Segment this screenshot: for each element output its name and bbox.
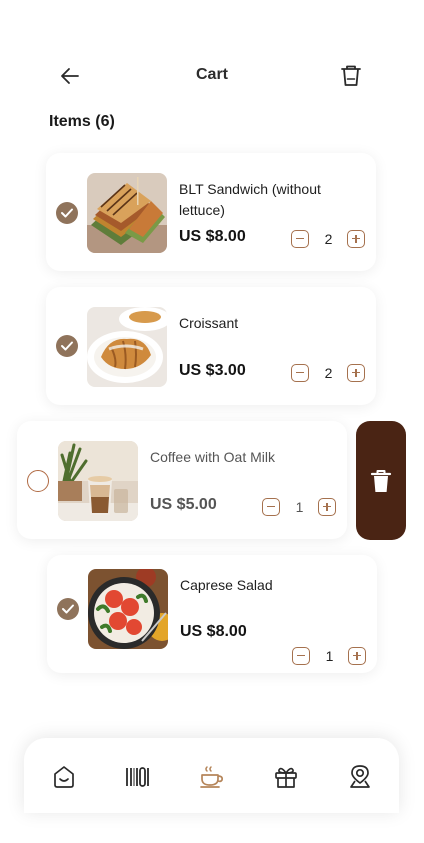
nav-gifts[interactable]	[272, 763, 300, 791]
nav-locations[interactable]	[346, 763, 374, 791]
quantity-value: 1	[295, 499, 304, 515]
clear-cart-button[interactable]	[338, 62, 364, 90]
increase-quantity-button[interactable]	[318, 498, 336, 516]
quantity-value: 2	[324, 365, 333, 381]
quantity-stepper: 2	[290, 364, 368, 382]
quantity-stepper: 1	[291, 647, 369, 665]
decrease-quantity-button[interactable]	[291, 364, 309, 382]
header: Cart	[0, 56, 424, 96]
trash-icon	[341, 65, 361, 86]
quantity-value: 2	[324, 231, 333, 247]
increase-quantity-button[interactable]	[347, 364, 365, 382]
trash-icon	[370, 470, 392, 492]
checkmark-icon	[61, 341, 73, 351]
home-icon	[54, 766, 74, 788]
caprese-salad-image	[88, 569, 168, 649]
quantity-stepper: 2	[290, 230, 368, 248]
item-price: US $8.00	[180, 623, 247, 640]
item-price: US $8.00	[179, 228, 246, 245]
barcode-icon	[126, 767, 149, 787]
quantity-stepper: 1	[261, 498, 339, 516]
item-name: Coffee with Oat Milk	[150, 449, 276, 465]
bottom-navigation	[24, 738, 399, 813]
coffee-cup-icon	[200, 766, 224, 788]
location-icon	[350, 765, 370, 788]
nav-barcode[interactable]	[124, 763, 152, 791]
delete-item-button[interactable]	[356, 421, 406, 540]
gift-icon	[275, 767, 297, 788]
item-checkbox[interactable]	[27, 470, 49, 492]
item-checkbox[interactable]	[56, 202, 78, 224]
coffee-oat-milk-image	[58, 441, 138, 521]
increase-quantity-button[interactable]	[347, 230, 365, 248]
checkmark-icon	[62, 604, 74, 614]
quantity-value: 1	[325, 648, 334, 664]
item-name: Croissant	[179, 315, 239, 331]
cart-item-card[interactable]: BLT Sandwich (without lettuce) US $8.00 …	[46, 153, 376, 271]
nav-home[interactable]	[50, 763, 78, 791]
item-checkbox[interactable]	[57, 598, 79, 620]
croissant-image	[87, 307, 167, 387]
item-price: US $5.00	[150, 496, 217, 513]
items-count-heading: Items (6)	[49, 113, 115, 130]
decrease-quantity-button[interactable]	[262, 498, 280, 516]
cart-item-card[interactable]: Croissant US $3.00 2	[46, 287, 376, 405]
cart-item-card[interactable]: Caprese Salad US $8.00 1	[47, 555, 377, 673]
decrease-quantity-button[interactable]	[291, 230, 309, 248]
item-price: US $3.00	[179, 362, 246, 379]
checkmark-icon	[61, 208, 73, 218]
blt-sandwich-image	[87, 173, 167, 253]
decrease-quantity-button[interactable]	[292, 647, 310, 665]
item-checkbox[interactable]	[56, 335, 78, 357]
item-name: BLT Sandwich (without lettuce)	[179, 181, 321, 218]
item-name: Caprese Salad	[180, 577, 273, 593]
cart-item-card[interactable]: Coffee with Oat Milk US $5.00 1	[17, 421, 347, 539]
increase-quantity-button[interactable]	[348, 647, 366, 665]
nav-orders[interactable]	[198, 763, 226, 791]
